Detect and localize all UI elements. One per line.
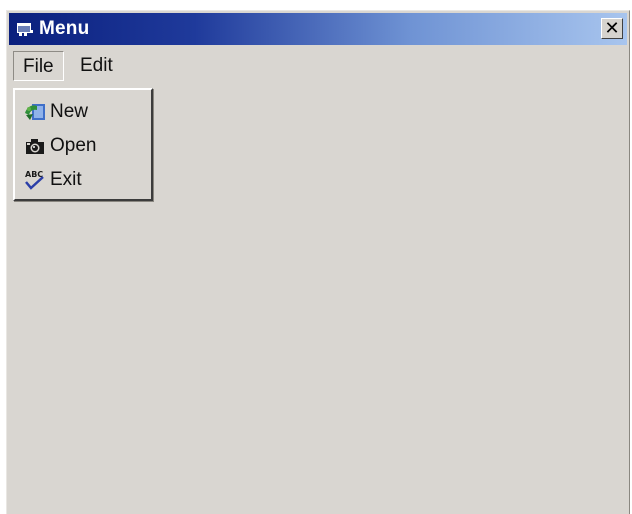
menu-item-new-label: New xyxy=(50,101,89,122)
menu-bar: File Edit xyxy=(9,49,627,83)
title-bar[interactable]: Menu ✕ xyxy=(9,13,627,45)
open-camera-icon xyxy=(23,135,47,157)
file-dropdown-menu: New Open ABC Exit xyxy=(13,88,153,201)
menu-item-new[interactable]: New xyxy=(21,96,145,128)
menu-file[interactable]: File xyxy=(13,51,64,81)
window-title: Menu xyxy=(39,18,90,39)
menu-item-exit[interactable]: ABC Exit xyxy=(21,164,145,196)
app-window-icon xyxy=(15,21,35,37)
close-icon: ✕ xyxy=(604,18,620,39)
new-document-icon xyxy=(23,101,47,123)
menu-item-open[interactable]: Open xyxy=(21,130,145,162)
menu-edit[interactable]: Edit xyxy=(71,51,122,81)
menu-item-exit-label: Exit xyxy=(50,169,82,190)
menu-item-open-label: Open xyxy=(50,135,97,156)
app-window: Menu ✕ File Edit New Open ABC Exit xyxy=(6,10,630,514)
close-button[interactable]: ✕ xyxy=(601,18,623,39)
spellcheck-abc-icon: ABC xyxy=(23,169,47,191)
